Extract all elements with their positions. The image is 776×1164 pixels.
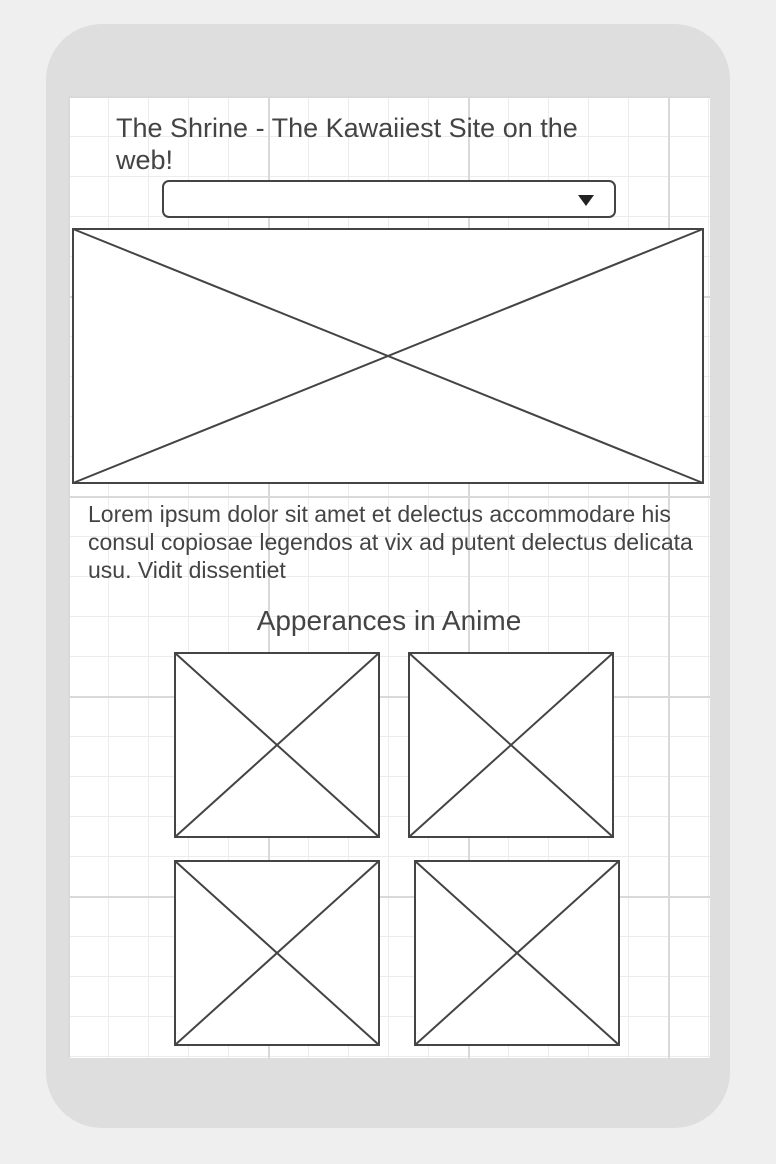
- navigation-dropdown[interactable]: [162, 180, 616, 218]
- image-placeholder-icon: [174, 860, 380, 1046]
- image-placeholder-icon: [72, 228, 704, 484]
- phone-screen: The Shrine - The Kawaiiest Site on the w…: [68, 96, 710, 1058]
- image-placeholder-icon: [174, 652, 380, 838]
- image-placeholder-icon: [408, 652, 614, 838]
- section-divider: [68, 496, 710, 498]
- anime-thumbnail-2[interactable]: [408, 652, 614, 838]
- dropdown-arrow-icon: [578, 195, 594, 206]
- hero-image-placeholder: [72, 228, 704, 484]
- anime-thumbnail-3[interactable]: [174, 860, 380, 1046]
- intro-paragraph: Lorem ipsum dolor sit amet et delectus a…: [88, 501, 693, 583]
- anime-thumbnail-4[interactable]: [414, 860, 620, 1046]
- image-placeholder-icon: [414, 860, 620, 1046]
- appearances-title: Apperances in Anime: [256, 605, 522, 636]
- site-title: The Shrine - The Kawaiiest Site on the w…: [116, 113, 578, 175]
- anime-thumbnail-1[interactable]: [174, 652, 380, 838]
